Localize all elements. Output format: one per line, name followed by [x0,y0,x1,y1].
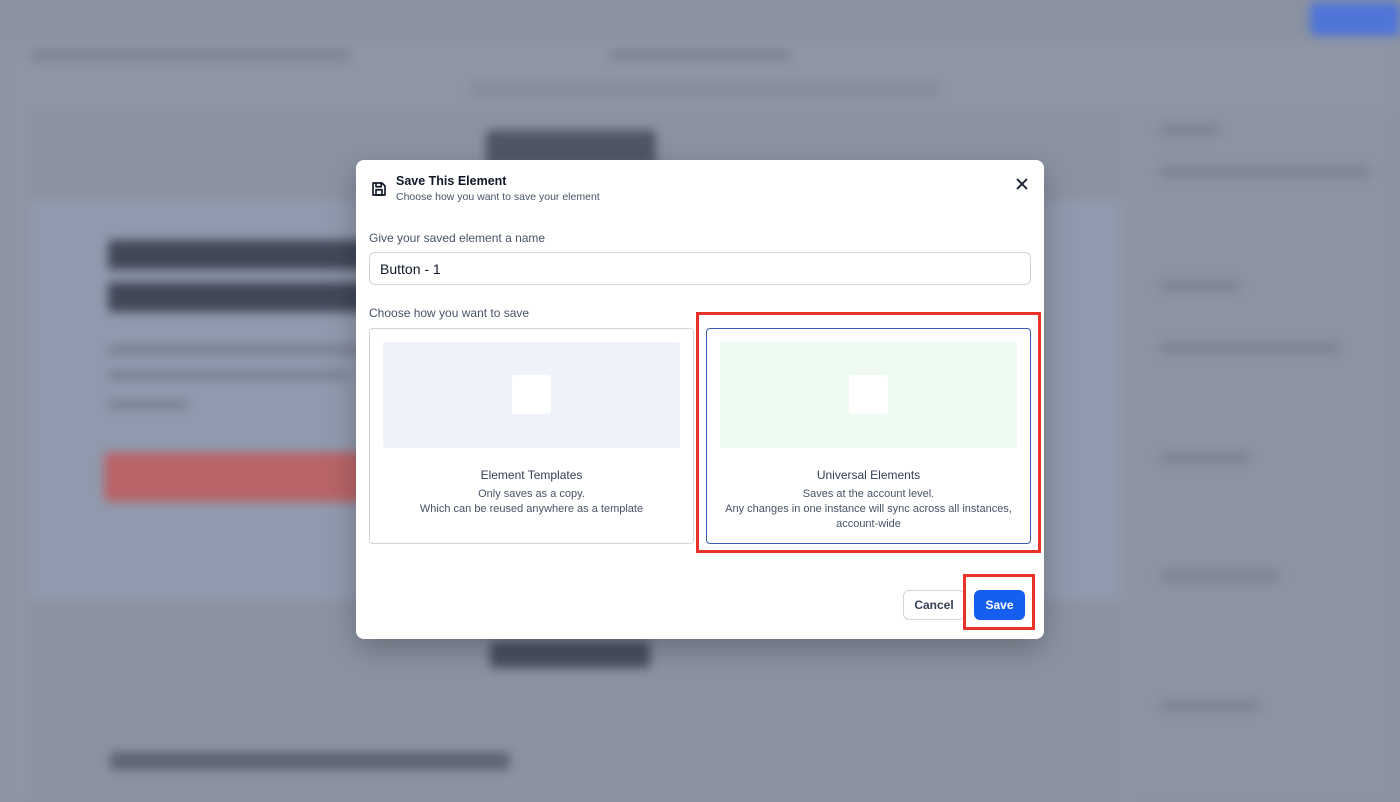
highlight-box-option [696,312,1041,553]
publish-button [1310,2,1400,36]
sidebar-line [1160,280,1240,292]
app-topbar [0,0,1400,38]
save-element-modal: Save This Element Choose how you want to… [356,160,1044,639]
sidebar-line [1160,700,1260,712]
hero-text [108,370,348,380]
settings-sidebar [1135,110,1400,802]
preview-placeholder [512,375,551,414]
section-heading [490,642,650,668]
hero-heading-line2 [108,282,368,312]
option-description-line: Only saves as a copy. [478,488,585,500]
close-icon[interactable] [1012,174,1032,194]
modal-title: Save This Element [396,174,507,188]
element-name-input[interactable] [369,252,1031,285]
notice-bar [470,82,940,98]
device-tabs [610,50,790,60]
sidebar-line [1160,570,1280,582]
app-toolbar [30,48,350,62]
element-templates-option[interactable]: Element Templates Only saves as a copy. … [369,328,694,544]
sidebar-line [1160,452,1250,464]
highlight-box-save [963,574,1035,630]
save-type-label: Choose how you want to save [369,306,530,320]
hero-button [104,452,374,502]
option-preview [383,342,680,448]
save-icon [370,180,388,198]
name-field-label: Give your saved element a name [369,231,546,245]
sidebar-line [1160,124,1220,136]
option-description: Only saves as a copy. Which can be reuse… [370,487,693,517]
modal-subtitle: Choose how you want to save your element [396,191,600,203]
sidebar-line [1160,166,1370,178]
hero-text [108,400,188,410]
hero-text [108,345,368,355]
option-title: Element Templates [480,468,583,482]
option-description-line: Which can be reused anywhere as a templa… [419,503,644,515]
sidebar-line [1160,342,1340,354]
footer-text [110,752,510,770]
cancel-button[interactable]: Cancel [903,590,965,620]
